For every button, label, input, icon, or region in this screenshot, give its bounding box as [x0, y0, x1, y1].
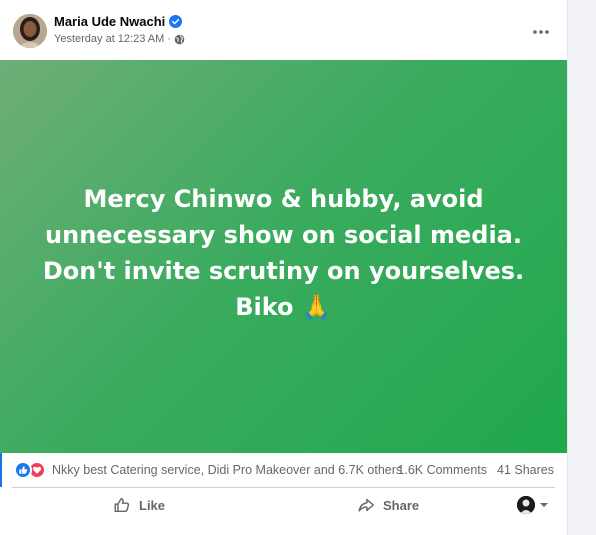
globe-icon[interactable]: [174, 34, 185, 45]
post-actions: Like Share: [0, 488, 567, 522]
engagement-counts: 1.6K Comments 41 Shares: [397, 453, 554, 487]
comments-count[interactable]: 1.6K Comments: [397, 463, 487, 477]
post-header: Maria Ude Nwachi Yesterday at 12:23 AM ·: [0, 0, 567, 60]
author-avatar[interactable]: [13, 14, 47, 48]
post-content-background[interactable]: Mercy Chinwo & hubby, avoid unnecessary …: [0, 60, 567, 453]
share-label: Share: [383, 497, 420, 513]
shares-count[interactable]: 41 Shares: [497, 463, 554, 477]
author-name-row: Maria Ude Nwachi: [54, 14, 183, 29]
post-as-selector[interactable]: [517, 496, 549, 514]
thumbs-up-icon: [114, 497, 130, 513]
more-dots-icon: [533, 30, 549, 34]
like-icon: [14, 461, 32, 479]
avatar-image: [13, 14, 47, 48]
reaction-names[interactable]: Nkky best Catering service, Didi Pro Mak…: [52, 463, 402, 477]
post-timestamp[interactable]: Yesterday at 12:23 AM: [54, 33, 164, 45]
share-arrow-icon: [358, 498, 374, 512]
post-card: Maria Ude Nwachi Yesterday at 12:23 AM ·…: [0, 0, 568, 535]
focus-marker: [0, 453, 2, 487]
meta-separator: ·: [167, 33, 171, 45]
share-button[interactable]: Share: [357, 488, 419, 522]
chevron-down-icon: [540, 503, 548, 507]
user-avatar: [517, 496, 535, 514]
post-text: Mercy Chinwo & hubby, avoid unnecessary …: [42, 184, 525, 321]
like-button[interactable]: Like: [113, 488, 165, 522]
more-options-button[interactable]: [529, 20, 553, 44]
verified-badge-icon: [169, 15, 183, 28]
reaction-stats-bar: Nkky best Catering service, Didi Pro Mak…: [0, 453, 567, 487]
author-name[interactable]: Maria Ude Nwachi: [54, 14, 165, 29]
like-label: Like: [139, 497, 166, 513]
post-meta: Yesterday at 12:23 AM ·: [54, 33, 185, 45]
reaction-summary[interactable]: Nkky best Catering service, Didi Pro Mak…: [14, 461, 402, 479]
